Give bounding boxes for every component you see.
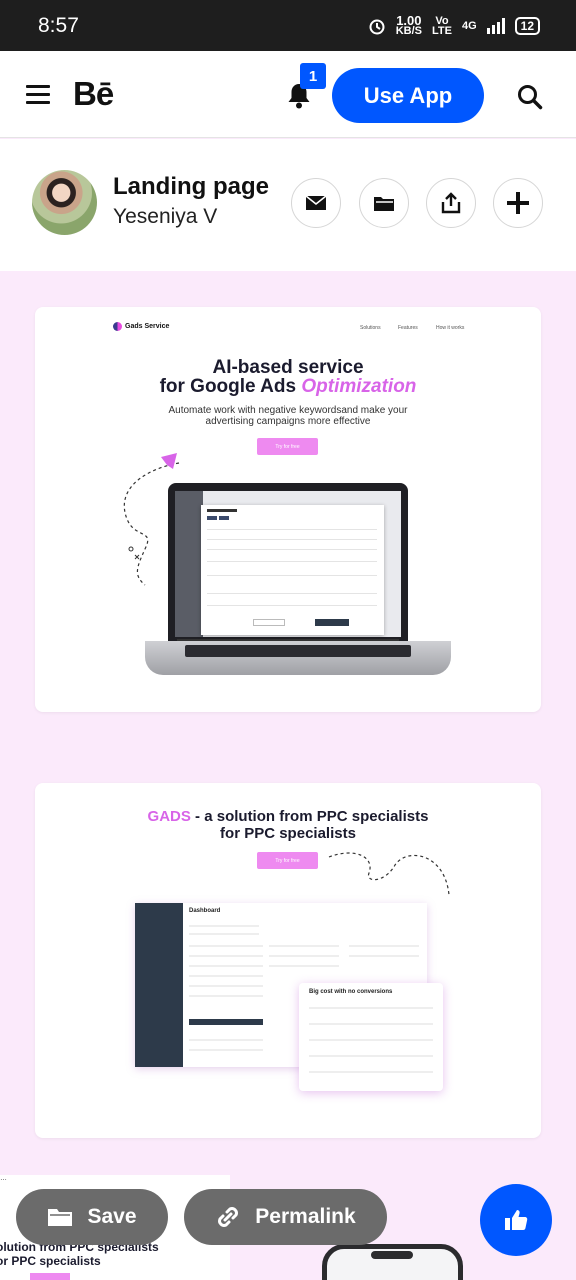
dashboard-title: Dashboard [189, 908, 221, 914]
notification-badge: 1 [300, 63, 326, 89]
search-icon[interactable] [516, 83, 544, 111]
laptop-illustration [168, 483, 408, 641]
mini-nav-item: How it works [436, 325, 465, 331]
network-speed: 1.00 KB/S [395, 12, 422, 37]
gads-logo-icon [113, 322, 122, 331]
alarm-icon [369, 19, 385, 34]
folder-icon [48, 1209, 73, 1226]
try-for-free-button: Try for free [257, 438, 318, 455]
use-app-button[interactable]: Use App [332, 68, 484, 123]
share-icon [441, 192, 461, 214]
volte-indicator: Vo LTE [431, 14, 452, 37]
save-button[interactable]: Save [16, 1189, 168, 1245]
thumbs-up-icon [505, 1210, 528, 1230]
hero-subtitle-line2: advertising campaigns more effective [205, 416, 371, 427]
link-icon [218, 1207, 239, 1227]
hero-title-line2: for Google Ads Optimization [159, 376, 417, 397]
popup-title: Big cost with no conversions [309, 989, 393, 995]
appreciate-button[interactable] [480, 1184, 552, 1256]
signal-icon [486, 17, 505, 34]
gads-logo: Gads Service [113, 322, 169, 331]
message-button[interactable] [291, 178, 341, 228]
permalink-button[interactable]: Permalink [184, 1189, 387, 1245]
save-to-collection-button[interactable] [359, 178, 409, 228]
status-icons: 1.00 KB/S Vo LTE 4G 12 [368, 12, 540, 37]
folder-icon [374, 197, 394, 211]
project-image-1[interactable]: Gads Service Solutions Features How it w… [35, 307, 541, 712]
project-header: Landing page Yeseniya V [0, 139, 576, 271]
hero-title-line1: AI-based service [212, 357, 364, 378]
follow-button[interactable] [493, 178, 543, 228]
gads-title-line1: GADS - a solution from PPC specialists [147, 808, 429, 825]
mini-nav-item: Solutions [360, 325, 381, 331]
plus-icon [507, 192, 529, 214]
battery-icon: 12 [514, 16, 540, 35]
try-for-free-button-2: Try for free [257, 852, 318, 869]
phone-illustration [322, 1244, 463, 1280]
project-author[interactable]: Yeseniya V [113, 205, 217, 229]
behance-logo[interactable]: Bē [73, 75, 114, 113]
partial-title-line2: or PPC specialists [0, 1254, 101, 1268]
top-nav: Bē 1 Use App [0, 51, 576, 138]
menu-icon[interactable] [26, 85, 50, 105]
save-label: Save [87, 1205, 137, 1228]
envelope-icon [305, 195, 327, 210]
project-image-2[interactable]: GADS - a solution from PPC specialists f… [35, 783, 541, 1138]
popup-card: Big cost with no conversions [299, 983, 443, 1091]
status-time: 8:57 [38, 13, 79, 37]
avatar[interactable] [32, 170, 97, 235]
project-title: Landing page [113, 173, 269, 200]
permalink-label: Permalink [255, 1205, 356, 1228]
mini-nav-item: Features [398, 325, 418, 331]
status-bar: 8:57 1.00 KB/S Vo LTE 4G 12 [0, 0, 576, 51]
share-button[interactable] [426, 178, 476, 228]
network-type: 4G [461, 19, 477, 32]
hero-subtitle-line1: Automate work with negative keywordsand … [168, 405, 408, 416]
gads-title-line2: for PPC specialists [220, 825, 356, 842]
